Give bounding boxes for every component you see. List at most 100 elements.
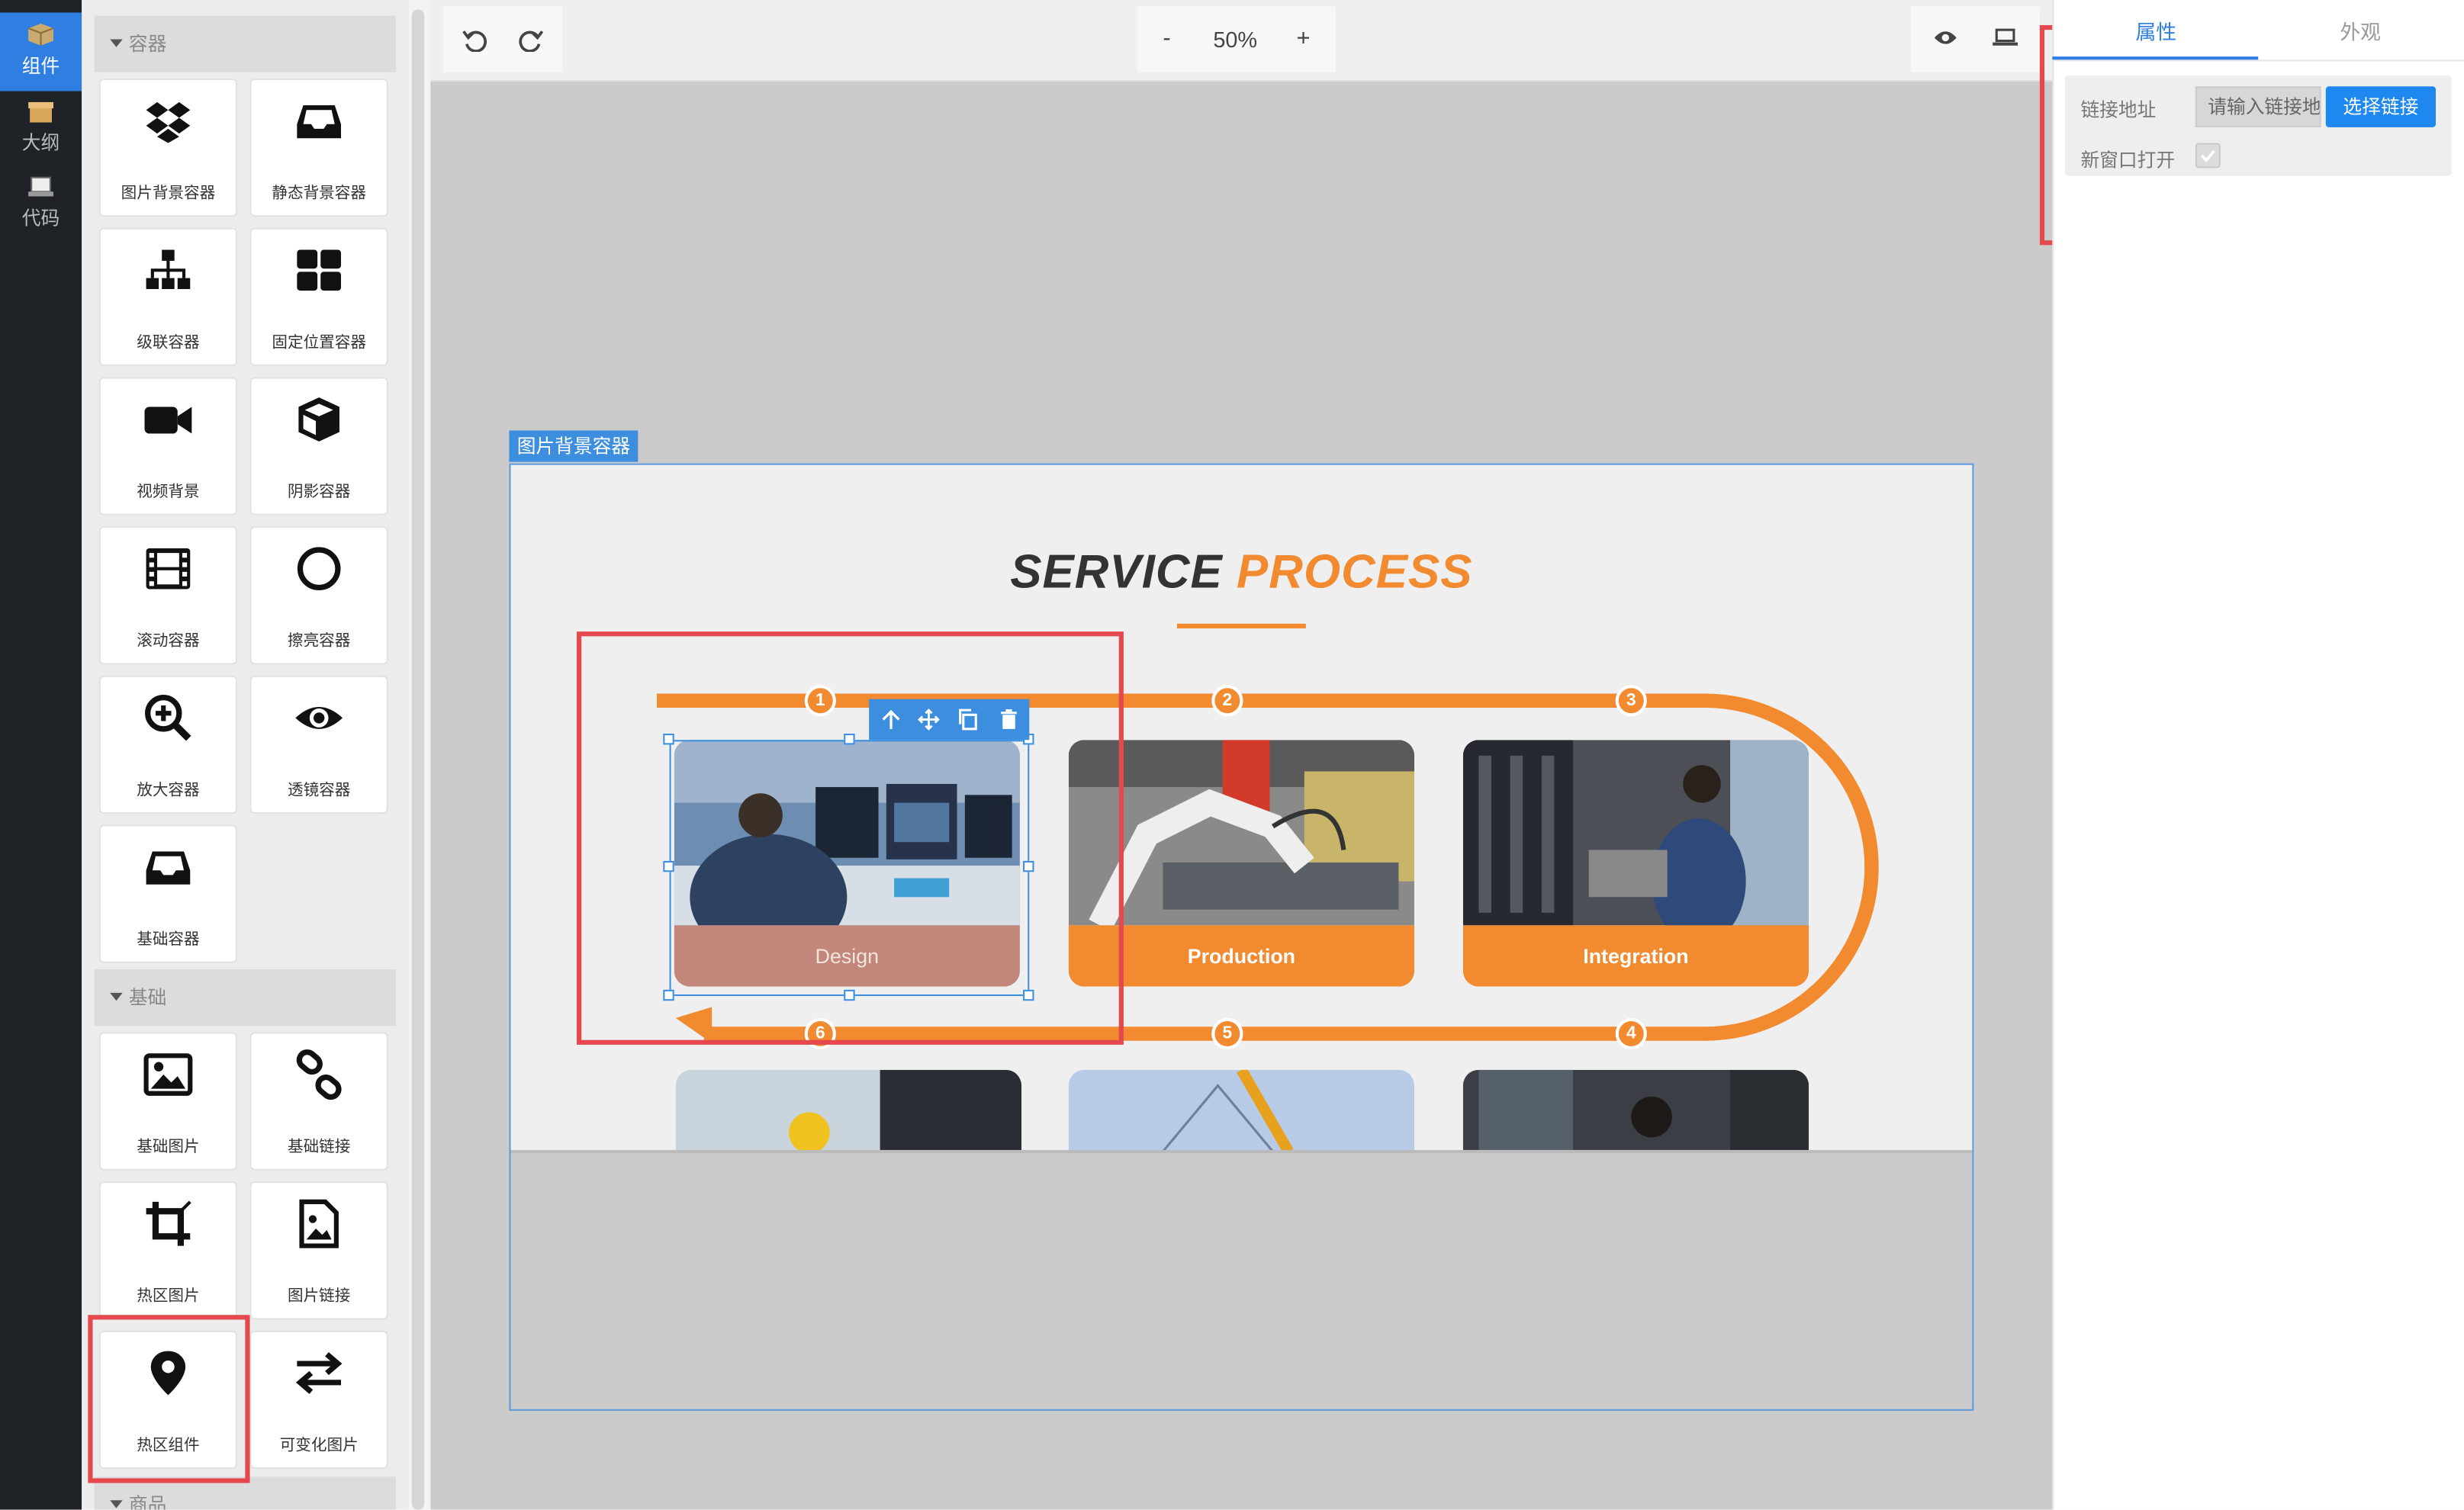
laptop-view-icon[interactable] bbox=[1993, 28, 2018, 47]
tile-label: 图片背景容器 bbox=[121, 185, 216, 203]
rail-label: 组件 bbox=[21, 55, 60, 77]
tile-label: 擦亮容器 bbox=[287, 633, 351, 651]
redo-icon[interactable] bbox=[519, 27, 544, 52]
thumbnail-photo bbox=[1068, 1069, 1414, 1152]
integration-photo bbox=[1462, 740, 1809, 926]
new-window-checkbox[interactable] bbox=[2195, 143, 2221, 169]
tile-label: 滚动容器 bbox=[137, 633, 200, 651]
preview-eye-icon[interactable] bbox=[1933, 28, 1958, 47]
app-root: 组件 大纲 代码 容器 图片背景容器 静态背景容器 级联容器 固定位置容器 视频… bbox=[0, 0, 2464, 1510]
exchange-icon bbox=[295, 1351, 343, 1394]
step-badge: 5 bbox=[1211, 1017, 1243, 1050]
active-tab-indicator bbox=[2052, 56, 2259, 60]
highlight-box-hotspot bbox=[577, 631, 1124, 1045]
tile-label: 图片链接 bbox=[287, 1288, 351, 1306]
inbox-icon bbox=[297, 105, 342, 139]
component-tile-lens-container[interactable]: 透镜容器 bbox=[249, 675, 388, 814]
package-icon bbox=[28, 23, 54, 46]
tile-label: 放大容器 bbox=[137, 782, 200, 800]
tab-appearance[interactable]: 外观 bbox=[2340, 16, 2381, 46]
component-tile-static-bg-container[interactable]: 静态背景容器 bbox=[249, 79, 388, 217]
tile-label: 固定位置容器 bbox=[272, 334, 366, 352]
page-divider bbox=[510, 1149, 1973, 1154]
zoom-control: - 50% + bbox=[1137, 6, 1336, 72]
tile-label: 级联容器 bbox=[137, 334, 200, 352]
component-tile-zoom-container[interactable]: 放大容器 bbox=[98, 675, 238, 814]
tile-label: 基础容器 bbox=[137, 931, 200, 949]
tile-label: 视频背景 bbox=[137, 484, 200, 502]
tile-label: 静态背景容器 bbox=[272, 185, 366, 203]
link-icon bbox=[296, 1049, 342, 1100]
choose-link-button[interactable]: 选择链接 bbox=[2325, 86, 2436, 127]
dropbox-icon bbox=[146, 101, 191, 143]
properties-panel bbox=[2052, 0, 2464, 1510]
rail-label: 大纲 bbox=[21, 132, 60, 154]
tile-label: 热区图片 bbox=[137, 1288, 200, 1306]
component-tile-fixed-container[interactable]: 固定位置容器 bbox=[249, 227, 388, 366]
view-group bbox=[1910, 6, 2040, 72]
zoom-in-button[interactable]: + bbox=[1297, 25, 1311, 52]
component-tile-cascade-container[interactable]: 级联容器 bbox=[98, 227, 238, 366]
link-address-input[interactable]: 请输入链接地址 bbox=[2195, 86, 2321, 127]
highlight-box-component bbox=[88, 1315, 250, 1483]
component-panel: 容器 图片背景容器 静态背景容器 级联容器 固定位置容器 视频背景 阴影容器 滚… bbox=[82, 0, 409, 1510]
tile-label: 阴影容器 bbox=[287, 484, 351, 502]
file-image-icon bbox=[299, 1199, 339, 1248]
laptop-icon bbox=[28, 176, 54, 197]
rail-item-components[interactable]: 组件 bbox=[0, 12, 82, 92]
zoom-out-button[interactable]: - bbox=[1163, 25, 1170, 52]
eye-icon bbox=[295, 707, 343, 729]
component-tile-basic-container[interactable]: 基础容器 bbox=[98, 824, 238, 963]
tile-label: 基础图片 bbox=[137, 1139, 200, 1157]
component-tile-image-bg-container[interactable]: 图片背景容器 bbox=[98, 79, 238, 217]
section-title: 基础 bbox=[128, 986, 167, 1009]
canvas-toolbar: - 50% + bbox=[430, 0, 2053, 82]
film-icon bbox=[146, 548, 191, 590]
component-tile-video-bg[interactable]: 视频背景 bbox=[98, 377, 238, 516]
tab-divider bbox=[2052, 59, 2464, 62]
history-group bbox=[442, 6, 563, 72]
circle-icon bbox=[297, 547, 341, 591]
rail-item-outline[interactable]: 大纲 bbox=[0, 101, 82, 170]
step-badge: 4 bbox=[1615, 1017, 1647, 1050]
process-card-integration[interactable]: Integration bbox=[1462, 740, 1809, 987]
panel-scrollbar[interactable] bbox=[411, 9, 425, 1510]
box-icon bbox=[28, 101, 54, 123]
zoom-level: 50% bbox=[1213, 27, 1258, 52]
tile-label: 基础链接 bbox=[287, 1139, 351, 1157]
thumbnail-photo bbox=[1462, 1069, 1809, 1152]
section-title: 容器 bbox=[128, 33, 167, 56]
tab-properties[interactable]: 属性 bbox=[2136, 16, 2177, 46]
component-tile-variable-image[interactable]: 可变化图片 bbox=[249, 1330, 388, 1470]
component-tile-polish-container[interactable]: 擦亮容器 bbox=[249, 526, 388, 665]
image-icon bbox=[143, 1053, 193, 1096]
zoom-in-icon bbox=[145, 695, 191, 741]
link-address-label: 链接地址 bbox=[2080, 98, 2157, 121]
cube-icon bbox=[298, 397, 339, 442]
component-tile-hotspot-image[interactable]: 热区图片 bbox=[98, 1181, 238, 1320]
step-badge: 3 bbox=[1615, 685, 1647, 717]
component-tile-basic-image[interactable]: 基础图片 bbox=[98, 1032, 238, 1171]
tile-label: 透镜容器 bbox=[287, 782, 351, 800]
new-window-label: 新窗口打开 bbox=[2080, 149, 2176, 172]
component-tile-shadow-container[interactable]: 阴影容器 bbox=[249, 377, 388, 516]
section-header-container[interactable]: 容器 bbox=[94, 15, 397, 72]
component-tile-scroll-container[interactable]: 滚动容器 bbox=[98, 526, 238, 665]
card-label: Integration bbox=[1462, 925, 1809, 987]
component-tile-basic-link[interactable]: 基础链接 bbox=[249, 1032, 388, 1171]
sitemap-icon bbox=[146, 249, 191, 290]
component-tile-image-link[interactable]: 图片链接 bbox=[249, 1181, 388, 1320]
thumbnail-photo bbox=[675, 1069, 1021, 1152]
tile-label: 可变化图片 bbox=[279, 1437, 359, 1455]
rail-label: 代码 bbox=[21, 207, 60, 230]
rail-item-code[interactable]: 代码 bbox=[0, 176, 82, 246]
inbox-icon bbox=[146, 851, 191, 885]
left-rail: 组件 大纲 代码 bbox=[0, 0, 82, 1510]
video-icon bbox=[144, 406, 192, 434]
grid-icon bbox=[297, 249, 342, 291]
section-header-basic[interactable]: 基础 bbox=[94, 969, 397, 1026]
undo-icon[interactable] bbox=[462, 27, 487, 52]
step-badge: 2 bbox=[1211, 685, 1243, 717]
checkmark-icon bbox=[2200, 149, 2215, 162]
section-title: 商品 bbox=[128, 1494, 167, 1510]
